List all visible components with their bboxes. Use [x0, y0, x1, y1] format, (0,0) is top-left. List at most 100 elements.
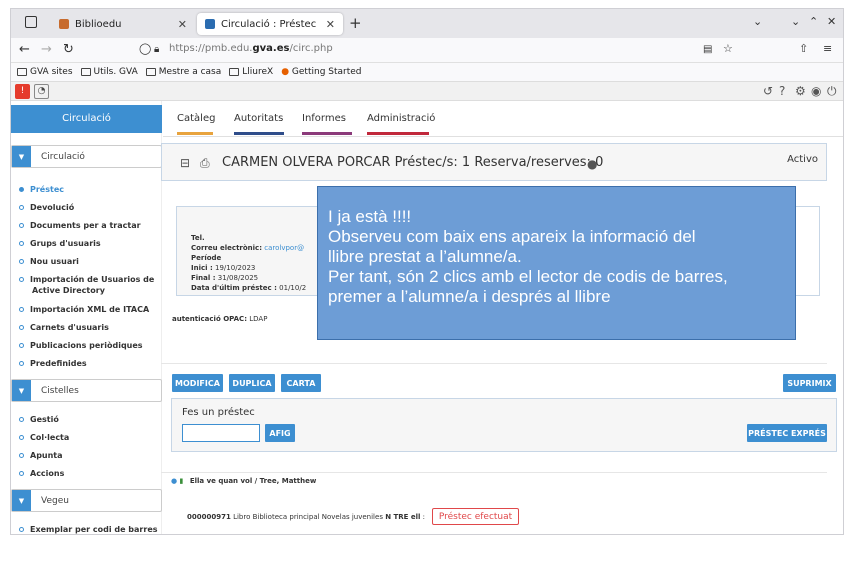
reload-icon[interactable]: ↻ [63, 42, 74, 57]
status-dot-icon: ● [587, 157, 598, 171]
sidebar-item-collecta[interactable]: Col·lecta [19, 432, 69, 443]
bullet-icon [19, 471, 24, 476]
maximize-icon[interactable]: ⌃ [809, 15, 818, 28]
caret-down-icon: ▼ [12, 380, 31, 401]
back-icon[interactable]: ← [19, 42, 30, 57]
browser-tab-circulacio[interactable]: Circulació : Préstec ✕ [197, 13, 343, 35]
sidebar-item-exemplar[interactable]: Exemplar per codi de barres [19, 524, 158, 534]
collapse-icon[interactable]: ⊟ [180, 156, 190, 170]
dashboard-icon[interactable]: ◔ [34, 84, 49, 99]
close-tab-icon[interactable]: ✕ [178, 18, 187, 31]
bullet-icon [19, 361, 24, 366]
bookmark-label: GVA sites [30, 67, 73, 77]
bullet-icon [19, 325, 24, 330]
minimize-icon[interactable]: ⌄ [791, 15, 800, 28]
tab-underline [367, 132, 429, 135]
caret-down-icon: ▼ [12, 146, 31, 167]
note-line: premer a l’alumne/a i després al llibre [328, 287, 611, 306]
sidebar-item-carnets[interactable]: Carnets d'usuaris [19, 322, 109, 333]
bookmark-utils-gva[interactable]: Utils. GVA [80, 67, 138, 77]
bullet-icon [19, 453, 24, 458]
lock-icon[interactable]: 🔒︎ [154, 44, 159, 55]
email-label: Correu electrònic: [191, 244, 263, 252]
bookmark-label: LliureX [242, 67, 274, 77]
section-circulacio[interactable]: ▼ Circulació [11, 145, 162, 168]
express-loan-button[interactable]: PRÉSTEC EXPRÉS [747, 424, 827, 442]
share-icon[interactable]: ⇧ [799, 42, 808, 55]
book-title[interactable]: Ella ve quan vol / Tree, Matthew [190, 477, 316, 485]
bullet-icon [19, 205, 24, 210]
folder-icon [229, 67, 240, 76]
bookmark-lliurex[interactable]: LliureX [229, 67, 273, 77]
bookmark-gva-sites[interactable]: GVA sites [17, 67, 73, 77]
item-label: Active Directory [32, 286, 105, 295]
item-label: Col·lecta [30, 433, 70, 442]
sidebar-item-importacion-itaca[interactable]: Importación XML de ITACA [19, 304, 149, 315]
modify-button[interactable]: MODIFICA [172, 374, 223, 392]
menu-icon[interactable]: ≡ [823, 42, 832, 55]
sidebar-item-devolucio[interactable]: Devolució [19, 202, 74, 213]
print-icon[interactable]: ⎙ [200, 156, 210, 171]
sidebar-item-gestio[interactable]: Gestió [19, 414, 59, 425]
item-label: Gestió [30, 415, 59, 424]
tab-cataleg[interactable]: Catàleg [177, 113, 215, 135]
info-icon[interactable]: ● [171, 477, 177, 485]
tab-title: Biblioedu [75, 18, 122, 30]
close-tab-icon[interactable]: ✕ [326, 18, 335, 31]
close-window-icon[interactable]: ✕ [827, 15, 836, 28]
bullet-icon [19, 435, 24, 440]
sidebar-item-predefinides[interactable]: Predefinides [19, 358, 87, 369]
item-label: Predefinides [30, 359, 87, 368]
final-row: Final : 31/08/2025 [191, 274, 258, 282]
power-icon[interactable]: ⏻ [827, 84, 837, 99]
section-vegeu[interactable]: ▼ Vegeu [11, 489, 162, 512]
card-button[interactable]: CARTA [281, 374, 321, 392]
info-panel-edge [796, 206, 820, 296]
delete-button[interactable]: SUPRIMIX [783, 374, 836, 392]
reader-view-icon[interactable]: ▤ [703, 44, 712, 55]
shield-icon[interactable]: ◯ [139, 42, 151, 55]
tab-overview-icon[interactable] [25, 16, 37, 28]
divider [161, 363, 827, 364]
sidebar-item-accions[interactable]: Accions [19, 468, 64, 479]
bookmark-star-icon[interactable]: ☆ [723, 42, 733, 55]
user-info-panel: Tel. Correu electrònic: carolvpor@ Perío… [176, 206, 320, 296]
opac-label: autenticació OPAC: [172, 315, 247, 323]
bookmark-mestre-a-casa[interactable]: Mestre a casa [145, 67, 222, 77]
email-link[interactable]: carolvpor@ [264, 244, 304, 252]
tab-autoritats[interactable]: Autoritats [234, 113, 284, 135]
sidebar-item-apunta[interactable]: Apunta [19, 450, 63, 461]
user-header: ⊟ ⎙ CARMEN OLVERA PORCAR Préstec/s: 1 Re… [161, 143, 827, 181]
tab-administracio[interactable]: Administració [367, 113, 436, 135]
biblioedu-favicon-icon [59, 19, 69, 29]
settings-icon[interactable]: ⚙ [795, 84, 806, 98]
tab-list-icon[interactable]: ⌄ [753, 15, 762, 28]
barcode-input[interactable] [182, 424, 260, 442]
tab-informes[interactable]: Informes [302, 113, 352, 135]
bookmark-label: Utils. GVA [93, 67, 138, 77]
alert-icon[interactable]: ! [15, 84, 30, 99]
globe-icon[interactable]: ◉ [811, 84, 821, 98]
help-icon[interactable]: ? [779, 84, 785, 98]
add-button[interactable]: AFIG [265, 424, 295, 442]
sidebar-item-nou-usuari[interactable]: Nou usuari [19, 256, 79, 267]
bookmark-label: Mestre a casa [158, 67, 222, 77]
browser-tab-biblioedu[interactable]: Biblioedu ✕ [51, 13, 195, 35]
bullet-icon [19, 223, 24, 228]
bookmark-getting-started[interactable]: ● Getting Started [281, 67, 361, 77]
new-tab-button[interactable]: + [349, 14, 362, 32]
sidebar-item-documents[interactable]: Documents per a tractar [19, 220, 141, 231]
forward-icon[interactable]: → [41, 42, 52, 57]
history-icon[interactable]: ↺ [763, 84, 773, 98]
copy-barcode[interactable]: 000000971 [187, 513, 231, 521]
tab-label: Administració [367, 113, 436, 124]
address-bar[interactable]: https://pmb.edu.gva.es/circ.php [169, 43, 333, 54]
duplicate-button[interactable]: DUPLICA [229, 374, 275, 392]
sidebar-item-prestec[interactable]: Préstec [19, 184, 64, 195]
folder-icon [17, 67, 27, 76]
sidebar-item-publicacions[interactable]: Publicacions periòdiques [19, 340, 143, 351]
sidebar-item-importacion-ad[interactable]: Importación de Usuarios de Active Directo… [19, 274, 154, 296]
sidebar-item-grups[interactable]: Grups d'usuaris [19, 238, 101, 249]
book-icon: ▮ [179, 477, 184, 485]
section-cistelles[interactable]: ▼ Cistelles [11, 379, 162, 402]
